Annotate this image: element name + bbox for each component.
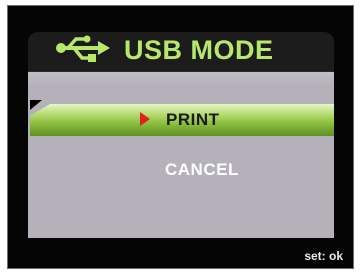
menu-panel-top-band <box>28 72 334 86</box>
page-title: USB MODE <box>124 35 274 65</box>
menu-item-print[interactable]: PRINT <box>166 110 220 130</box>
usb-icon <box>56 35 110 62</box>
menu-panel <box>28 72 334 238</box>
footer-hint: set: ok <box>304 249 343 263</box>
selection-notch <box>30 100 42 110</box>
selection-arrow-icon <box>140 112 150 126</box>
menu-item-cancel[interactable]: CANCEL <box>165 160 239 180</box>
